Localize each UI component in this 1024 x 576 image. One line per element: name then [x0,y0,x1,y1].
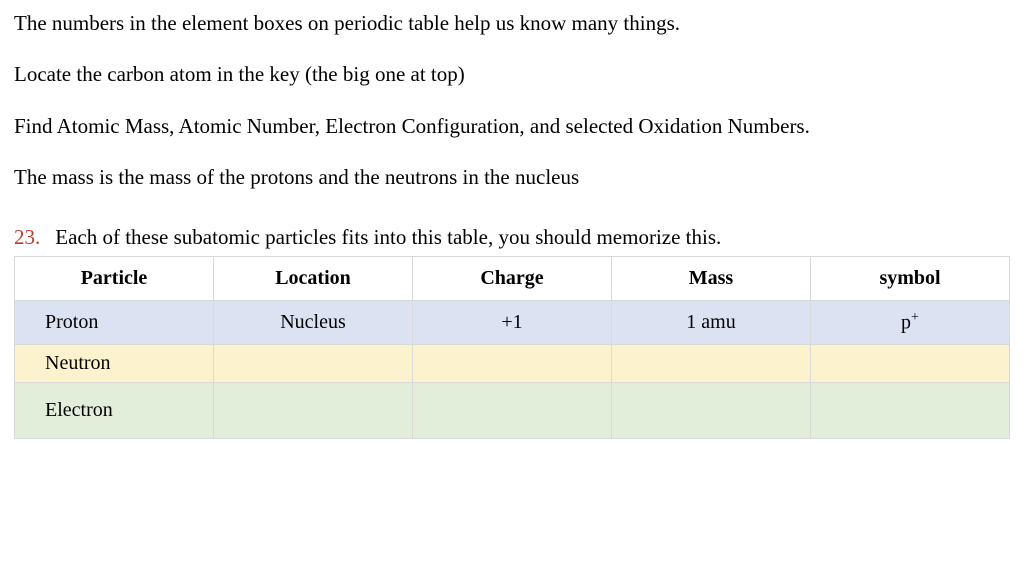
intro-paragraph-2: Locate the carbon atom in the key (the b… [14,61,1010,88]
table-header-row: Particle Location Charge Mass symbol [15,257,1010,301]
question-number: 23. [14,225,50,250]
cell-mass: 1 amu [612,301,811,345]
col-header-location: Location [214,257,413,301]
col-header-charge: Charge [413,257,612,301]
page-content: The numbers in the element boxes on peri… [0,0,1024,439]
symbol-sup: + [911,310,919,325]
cell-charge [413,345,612,383]
cell-mass [612,345,811,383]
intro-paragraph-3: Find Atomic Mass, Atomic Number, Electro… [14,113,1010,140]
cell-charge [413,383,612,439]
cell-symbol [811,345,1010,383]
cell-location [214,345,413,383]
cell-symbol [811,383,1010,439]
col-header-mass: Mass [612,257,811,301]
cell-mass [612,383,811,439]
col-header-symbol: symbol [811,257,1010,301]
cell-charge: +1 [413,301,612,345]
question-line: 23. Each of these subatomic particles fi… [14,225,1010,250]
cell-location: Nucleus [214,301,413,345]
cell-particle: Neutron [15,345,214,383]
table-row: Electron [15,383,1010,439]
symbol-base: p [901,312,911,334]
table-row: Neutron [15,345,1010,383]
question-text: Each of these subatomic particles fits i… [55,225,721,249]
table-row: Proton Nucleus +1 1 amu p+ [15,301,1010,345]
col-header-particle: Particle [15,257,214,301]
intro-paragraph-4: The mass is the mass of the protons and … [14,164,1010,191]
cell-particle: Electron [15,383,214,439]
cell-particle: Proton [15,301,214,345]
cell-symbol: p+ [811,301,1010,345]
particles-table: Particle Location Charge Mass symbol Pro… [14,256,1010,439]
cell-location [214,383,413,439]
intro-paragraph-1: The numbers in the element boxes on peri… [14,10,1010,37]
